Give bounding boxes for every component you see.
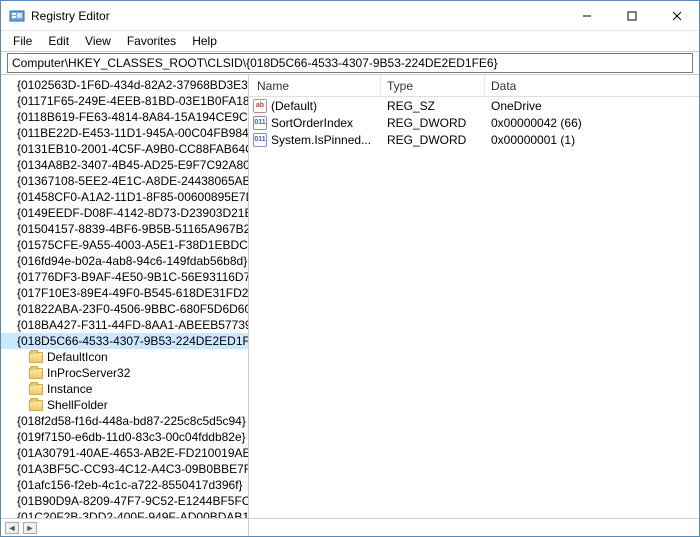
folder-icon bbox=[29, 352, 43, 363]
column-header-type[interactable]: Type bbox=[381, 75, 485, 96]
tree-item[interactable]: {018D5C66-4533-4307-9B53-224DE2ED1FE6} bbox=[1, 333, 248, 349]
status-left: ◄ ► bbox=[1, 519, 249, 536]
tree-item[interactable]: {01B90D9A-8209-47F7-9C52-E1244BF5FC01} bbox=[1, 493, 248, 509]
tree-item[interactable]: {0149EEDF-D08F-4142-8D73-D23903D21E90} bbox=[1, 205, 248, 221]
list-header: Name Type Data bbox=[249, 75, 699, 97]
address-input[interactable] bbox=[7, 53, 693, 73]
tree-item[interactable]: {016fd94e-b02a-4ab8-94c6-149fdab56b8d} bbox=[1, 253, 248, 269]
main-content: {0102563D-1F6D-434d-82A2-37968BD3E31E}{0… bbox=[1, 75, 699, 518]
tree-item[interactable]: {01A3BF5C-CC93-4C12-A4C3-09B0BBE7F63F} bbox=[1, 461, 248, 477]
menubar: FileEditViewFavoritesHelp bbox=[1, 31, 699, 51]
tree-item[interactable]: {011BE22D-E453-11D1-945A-00C04FB984F9} bbox=[1, 125, 248, 141]
titlebar: Registry Editor bbox=[1, 1, 699, 31]
minimize-button[interactable] bbox=[564, 1, 609, 30]
tree-item[interactable]: {01afc156-f2eb-4c1c-a722-8550417d396f} bbox=[1, 477, 248, 493]
tree-item[interactable]: {01367108-5EE2-4E1C-A8DE-24438065ABC9} bbox=[1, 173, 248, 189]
tree-item[interactable]: {01C20F2B-3DD2-400F-949F-AD00BDAB1D41} bbox=[1, 509, 248, 518]
menu-file[interactable]: File bbox=[5, 32, 40, 50]
scroll-right-icon[interactable]: ► bbox=[23, 522, 37, 534]
tree-item[interactable]: {0102563D-1F6D-434d-82A2-37968BD3E31E} bbox=[1, 77, 248, 93]
dword-value-icon: 011 bbox=[253, 116, 267, 130]
tree-subfolder[interactable]: ShellFolder bbox=[1, 397, 248, 413]
tree-item[interactable]: {01171F65-249E-4EEB-81BD-03E1B0FA1873} bbox=[1, 93, 248, 109]
menu-favorites[interactable]: Favorites bbox=[119, 32, 184, 50]
app-icon bbox=[9, 8, 25, 24]
value-row[interactable]: ab(Default)REG_SZOneDrive bbox=[249, 97, 699, 114]
tree-item[interactable]: {01A30791-40AE-4653-AB2E-FD210019AE88} bbox=[1, 445, 248, 461]
column-header-data[interactable]: Data bbox=[485, 75, 699, 96]
tree-subfolder[interactable]: Instance bbox=[1, 381, 248, 397]
menu-view[interactable]: View bbox=[77, 32, 119, 50]
folder-icon bbox=[29, 368, 43, 379]
addressbar bbox=[1, 51, 699, 75]
menu-help[interactable]: Help bbox=[184, 32, 225, 50]
maximize-button[interactable] bbox=[609, 1, 654, 30]
tree-item[interactable]: {0134A8B2-3407-4B45-AD25-E9F7C92A80BC} bbox=[1, 157, 248, 173]
tree-item[interactable]: {01504157-8839-4BF6-9B5B-51165A967B2B} bbox=[1, 221, 248, 237]
tree-item[interactable]: {017F10E3-89E4-49F0-B545-618DE31FD27C} bbox=[1, 285, 248, 301]
value-row[interactable]: 011System.IsPinned...REG_DWORD0x00000001… bbox=[249, 131, 699, 148]
dword-value-icon: 011 bbox=[253, 133, 267, 147]
tree-item[interactable]: {01822ABA-23F0-4506-9BBC-680F5D6D606C} bbox=[1, 301, 248, 317]
tree-item[interactable]: {018f2d58-f16d-448a-bd87-225c8c5d5c94} bbox=[1, 413, 248, 429]
value-row[interactable]: 011SortOrderIndexREG_DWORD0x00000042 (66… bbox=[249, 114, 699, 131]
tree-subfolder[interactable]: InProcServer32 bbox=[1, 365, 248, 381]
tree-panel[interactable]: {0102563D-1F6D-434d-82A2-37968BD3E31E}{0… bbox=[1, 75, 249, 518]
tree-subfolder[interactable]: DefaultIcon bbox=[1, 349, 248, 365]
tree-item[interactable]: {01458CF0-A1A2-11D1-8F85-00600895E7D5} bbox=[1, 189, 248, 205]
folder-icon bbox=[29, 400, 43, 411]
scroll-left-icon[interactable]: ◄ bbox=[5, 522, 19, 534]
tree-item[interactable]: {0118B619-FE63-4814-8A84-15A194CE9CE3} bbox=[1, 109, 248, 125]
window-title: Registry Editor bbox=[31, 9, 564, 23]
tree-item[interactable]: {01575CFE-9A55-4003-A5E1-F38D1EBDCBE1} bbox=[1, 237, 248, 253]
window-controls bbox=[564, 1, 699, 30]
tree-item[interactable]: {018BA427-F311-44FD-8AA1-ABEEB57739D9} bbox=[1, 317, 248, 333]
folder-icon bbox=[29, 384, 43, 395]
statusbar: ◄ ► bbox=[1, 518, 699, 536]
menu-edit[interactable]: Edit bbox=[40, 32, 77, 50]
close-button[interactable] bbox=[654, 1, 699, 30]
column-header-name[interactable]: Name bbox=[249, 75, 381, 96]
tree-item[interactable]: {0131EB10-2001-4C5F-A9B0-CC88FAB64CE8} bbox=[1, 141, 248, 157]
tree-item[interactable]: {01776DF3-B9AF-4E50-9B1C-56E93116D704} bbox=[1, 269, 248, 285]
list-panel[interactable]: Name Type Data ab(Default)REG_SZOneDrive… bbox=[249, 75, 699, 518]
string-value-icon: ab bbox=[253, 99, 267, 113]
tree-item[interactable]: {019f7150-e6db-11d0-83c3-00c04fddb82e} bbox=[1, 429, 248, 445]
